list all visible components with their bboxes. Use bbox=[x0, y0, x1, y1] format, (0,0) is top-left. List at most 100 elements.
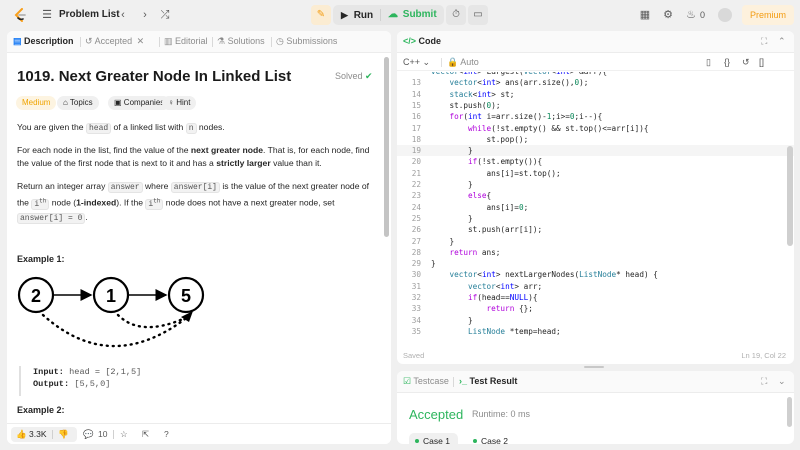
code-line[interactable]: 18 st.pop(); bbox=[397, 134, 794, 145]
line-number: 29 bbox=[411, 259, 421, 269]
output-label: Output: bbox=[33, 379, 70, 389]
code-line[interactable]: 26 st.push(arr[i]); bbox=[397, 224, 794, 235]
hint-label: Hint bbox=[176, 98, 191, 107]
fire-icon[interactable]: ♨ bbox=[684, 8, 698, 22]
case-2-tab[interactable]: Case 2 bbox=[467, 433, 516, 444]
line-number: 32 bbox=[411, 293, 421, 302]
code-line[interactable]: 22 } bbox=[397, 179, 794, 190]
scrollbar[interactable] bbox=[384, 57, 389, 237]
code-line[interactable]: 13 vector<int> ans(arr.size(),0); bbox=[397, 77, 794, 88]
result-scrollbar[interactable] bbox=[787, 397, 792, 427]
tab-submissions[interactable]: ◷ Submissions bbox=[276, 36, 337, 47]
code-line[interactable]: 33 return {}; bbox=[397, 303, 794, 314]
settings-icon[interactable]: ⚙ bbox=[661, 8, 675, 22]
settings-brackets-icon[interactable]: [] bbox=[759, 57, 764, 67]
tab-testcase[interactable]: ☑ Testcase bbox=[403, 376, 449, 387]
clock-icon: ◷ bbox=[276, 36, 284, 46]
paragraph-1: You are given the head of a linked list … bbox=[17, 122, 225, 134]
share-icon[interactable]: ⇱ bbox=[142, 429, 149, 440]
braces-icon[interactable]: {} bbox=[724, 57, 730, 67]
language-label: C++ bbox=[403, 57, 421, 67]
editor-scrollbar[interactable] bbox=[787, 146, 793, 246]
code-line[interactable]: 21 ans[i]=st.top(); bbox=[397, 168, 794, 179]
code-line[interactable]: 15 st.push(0); bbox=[397, 100, 794, 111]
layout-icon[interactable]: ▦ bbox=[638, 8, 652, 22]
tab-divider bbox=[159, 37, 160, 47]
resize-handle[interactable] bbox=[584, 366, 604, 368]
lightbulb-icon: ♀ bbox=[168, 98, 174, 107]
tab-code[interactable]: </> Code bbox=[403, 36, 441, 46]
run-button[interactable]: ▶ Run bbox=[341, 5, 373, 25]
code-line[interactable]: 23 else{ bbox=[397, 190, 794, 201]
line-number: 20 bbox=[411, 157, 421, 167]
code-line[interactable]: 34 } bbox=[397, 315, 794, 326]
line-code: } bbox=[431, 213, 473, 223]
like-dislike-group: 👍 3.3K 👎 bbox=[11, 427, 77, 442]
code-line[interactable]: 29} bbox=[397, 258, 794, 269]
code-line[interactable]: 32 if(head==NULL){ bbox=[397, 292, 794, 303]
debug-button[interactable]: ✎ bbox=[311, 5, 331, 25]
line-code: if(!st.empty()){ bbox=[468, 157, 543, 167]
line-code: vector<int> ans(arr.size(),0); bbox=[449, 78, 589, 88]
notes-button[interactable]: ▭ bbox=[468, 5, 488, 25]
help-icon[interactable]: ? bbox=[164, 429, 169, 439]
avatar[interactable] bbox=[718, 8, 732, 22]
code-line[interactable]: 27 } bbox=[397, 236, 794, 247]
checkbox-icon: ☑ bbox=[403, 376, 412, 386]
collapse-icon[interactable]: ⌃ bbox=[778, 36, 786, 47]
code-line[interactable]: 24 ans[i]=0; bbox=[397, 202, 794, 213]
line-code: ans[i]=0; bbox=[431, 202, 529, 212]
tab-description[interactable]: ▤ Description bbox=[13, 36, 74, 47]
tab-test-result[interactable]: ›_ Test Result bbox=[459, 376, 517, 386]
code-editor[interactable]: vector<int> Largest(vector<int> &arr){13… bbox=[397, 72, 794, 342]
thumbs-down-icon[interactable]: 👎 bbox=[58, 429, 69, 440]
prev-problem-icon[interactable]: ‹ bbox=[116, 8, 130, 22]
companies-chip[interactable]: ▣ Companies bbox=[108, 96, 171, 110]
language-select[interactable]: C++ ⌄ bbox=[403, 57, 430, 68]
thumbs-up-icon[interactable]: 👍 bbox=[16, 429, 27, 440]
code-line[interactable]: 25 } bbox=[397, 213, 794, 224]
code-line[interactable]: 14 stack<int> st; bbox=[397, 89, 794, 100]
case-1-tab[interactable]: Case 1 bbox=[409, 433, 458, 444]
tab-accepted[interactable]: ↺ Accepted ✕ bbox=[85, 36, 144, 47]
problem-list-link[interactable]: Problem List bbox=[59, 9, 120, 20]
result-panel: ☑ Testcase ›_ Test Result ⛶ ⌄ Accepted R… bbox=[397, 371, 794, 444]
line-number: 14 bbox=[411, 89, 421, 99]
tab-solutions[interactable]: ⚗ Solutions bbox=[217, 36, 265, 47]
code-line[interactable]: 30 vector<int> nextLargerNodes(ListNode*… bbox=[397, 269, 794, 280]
comment-icon[interactable]: 💬 bbox=[83, 429, 94, 440]
maximize-icon[interactable]: ⛶ bbox=[761, 36, 767, 47]
code-line[interactable]: 16 for(int i=arr.size()-1;i>=0;i--){ bbox=[397, 111, 794, 122]
topics-chip[interactable]: ⌂ Topics bbox=[57, 96, 99, 110]
hint-chip[interactable]: ♀ Hint bbox=[162, 96, 197, 110]
save-status: Saved bbox=[403, 351, 425, 360]
next-problem-icon[interactable]: › bbox=[138, 8, 152, 22]
autocomplete-toggle[interactable]: 🔒 Auto bbox=[447, 57, 479, 68]
reset-icon[interactable]: ↺ bbox=[742, 57, 750, 68]
leetcode-logo-icon[interactable] bbox=[13, 8, 27, 22]
code-line[interactable]: 35 ListNode *temp=head; bbox=[397, 326, 794, 337]
code-line[interactable]: 31 vector<int> arr; bbox=[397, 281, 794, 292]
timer-button[interactable]: ⏱ bbox=[446, 5, 466, 25]
star-icon[interactable]: ☆ bbox=[120, 429, 128, 440]
problem-title[interactable]: 1019. Next Greater Node In Linked List bbox=[17, 68, 291, 85]
tab-editorial[interactable]: ▥ Editorial bbox=[164, 36, 208, 47]
submit-button[interactable]: ☁ Submit bbox=[388, 5, 437, 25]
random-problem-icon[interactable]: ⤮ bbox=[158, 8, 172, 22]
problem-list-icon[interactable]: ☰ bbox=[40, 8, 54, 22]
code-line[interactable]: 20 if(!st.empty()){ bbox=[397, 156, 794, 167]
runtime: Runtime: 0 ms bbox=[472, 409, 531, 419]
output-value: [5,5,0] bbox=[74, 379, 111, 389]
premium-button[interactable]: Premium bbox=[742, 5, 794, 25]
code-line[interactable]: 19 } bbox=[397, 145, 794, 157]
line-number: 22 bbox=[411, 180, 421, 189]
collapse-icon[interactable]: ⌄ bbox=[778, 376, 786, 387]
description-footer: 👍 3.3K 👎 💬 10 ☆ ⇱ ? bbox=[7, 423, 391, 444]
code-line[interactable]: 17 while(!st.empty() && st.top()<=arr[i]… bbox=[397, 123, 794, 134]
line-number: 17 bbox=[411, 123, 421, 133]
line-number: 25 bbox=[411, 213, 421, 223]
bookmark-icon[interactable]: ▯ bbox=[706, 57, 711, 68]
maximize-icon[interactable]: ⛶ bbox=[761, 376, 767, 387]
close-icon[interactable]: ✕ bbox=[137, 36, 145, 46]
code-line[interactable]: 28 return ans; bbox=[397, 247, 794, 258]
